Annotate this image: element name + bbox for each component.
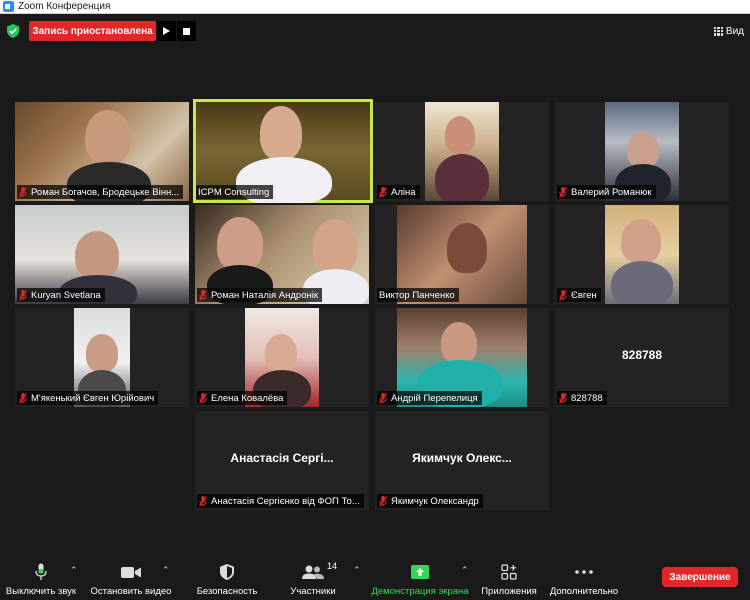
recording-paused-badge: Запись приостановлена [29, 21, 156, 41]
stop-icon [183, 27, 190, 35]
muted-mic-icon [19, 392, 27, 404]
security-button[interactable]: Безопасность [196, 562, 258, 598]
muted-mic-icon [379, 495, 387, 507]
title-bar: Zoom Конференция [0, 0, 750, 14]
video-camera-icon [121, 566, 141, 578]
view-button[interactable]: Вид [713, 21, 744, 41]
participant-tile[interactable]: Виктор Панченко [375, 205, 549, 304]
participants-count: 14 [327, 561, 338, 571]
participant-tile[interactable]: Аліна [375, 102, 549, 201]
muted-mic-icon [19, 186, 27, 198]
participant-tile[interactable]: Андрій Перепелиця [375, 308, 549, 407]
participant-video [425, 102, 499, 201]
video-options-caret-up-icon[interactable]: ⌃ [162, 565, 170, 576]
apps-button[interactable]: Приложения [480, 562, 538, 598]
participant-tile-no-video[interactable]: Анастасія Сергі... Анастасія Сергієнко в… [195, 411, 369, 510]
gallery-view: Роман Богачов, Бродецьке Вінн... ICPM Co… [0, 49, 750, 559]
more-label: Дополнительно [549, 586, 619, 597]
grid-view-icon [713, 26, 723, 36]
participant-name-label: Виктор Панченко [377, 288, 459, 302]
muted-mic-icon [559, 392, 567, 404]
share-screen-label: Демонстрация экрана [371, 586, 469, 597]
zoom-logo-icon [3, 1, 14, 12]
muted-mic-icon [559, 289, 567, 301]
view-label: Вид [725, 25, 744, 37]
participant-name-label: 828788 [557, 391, 607, 405]
participant-tile[interactable]: Роман Наталія Андронік [195, 205, 369, 304]
more-icon [575, 570, 593, 574]
participant-tile[interactable]: Kuryan Svetlana [15, 205, 189, 304]
muted-mic-icon [199, 289, 207, 301]
meeting-controls-toolbar: Выключить звук ⌃ Остановить видео ⌃ Безо… [0, 559, 750, 600]
participant-tile-no-video[interactable]: Якимчук Олекс... Якимчук Олександр [375, 411, 549, 510]
participant-tile[interactable]: Елена Ковалёва [195, 308, 369, 407]
zoom-window: Zoom Конференция Запись приостановлена В… [0, 0, 750, 600]
participant-name-label: Елена Ковалёва [197, 391, 288, 405]
participant-tile[interactable]: М'якенький Євген Юрійович [15, 308, 189, 407]
microphone-icon [35, 563, 47, 580]
participant-name-label: Анастасія Сергієнко від ФОП То... [197, 494, 364, 508]
participant-tile-active-speaker[interactable]: ICPM Consulting [193, 99, 373, 203]
meeting-top-bar: Запись приостановлена Вид [0, 15, 750, 49]
muted-mic-icon [379, 392, 387, 404]
window-title: Zoom Конференция [18, 1, 111, 12]
share-screen-button[interactable]: Демонстрация экрана [371, 562, 469, 598]
muted-mic-icon [19, 289, 27, 301]
stop-recording-button[interactable] [177, 21, 196, 41]
audio-options-caret-up-icon[interactable]: ⌃ [70, 565, 78, 576]
play-icon [163, 27, 170, 35]
participant-tile-no-video[interactable]: 828788 828788 [555, 308, 729, 407]
participant-name-label: Євген [557, 288, 601, 302]
muted-mic-icon [199, 495, 207, 507]
share-screen-icon [411, 565, 429, 579]
participant-name-label: Андрій Перепелиця [377, 391, 482, 405]
apps-icon [501, 564, 517, 580]
participant-name-label: ICPM Consulting [196, 185, 274, 199]
muted-mic-icon [379, 186, 387, 198]
participant-tile[interactable]: Валерий Романюк [555, 102, 729, 201]
apps-label: Приложения [481, 586, 537, 597]
participant-video [605, 205, 679, 304]
resume-recording-button[interactable] [157, 21, 176, 41]
participants-icon [302, 565, 324, 579]
participant-name-label: Kuryan Svetlana [17, 288, 105, 302]
muted-mic-icon [559, 186, 567, 198]
share-options-caret-up-icon[interactable]: ⌃ [461, 565, 469, 576]
participant-tile[interactable]: Євген [555, 205, 729, 304]
stop-video-button[interactable]: Остановить видео [90, 562, 172, 598]
participant-name-label: Валерий Романюк [557, 185, 656, 199]
participant-display-name: Анастасія Сергі... [230, 451, 334, 465]
participant-display-name: Якимчук Олекс... [412, 451, 512, 465]
participant-name-label: Роман Наталія Андронік [197, 288, 323, 302]
mute-audio-label: Выключить звук [5, 586, 77, 597]
end-meeting-button[interactable]: Завершение [662, 567, 738, 587]
shield-icon [220, 564, 234, 580]
participant-display-name: 828788 [621, 348, 663, 362]
recording-status-text: Запись приостановлена [32, 25, 153, 37]
participant-tile[interactable]: Роман Богачов, Бродецьке Вінн... [15, 102, 189, 201]
participant-name-label: Роман Богачов, Бродецьке Вінн... [17, 185, 184, 199]
security-label: Безопасность [196, 586, 258, 597]
participant-name-label: Якимчук Олександр [377, 494, 483, 508]
muted-mic-icon [199, 392, 207, 404]
mute-audio-button[interactable]: Выключить звук [4, 562, 78, 598]
participants-options-caret-up-icon[interactable]: ⌃ [353, 565, 361, 576]
more-button[interactable]: Дополнительно [550, 562, 618, 598]
end-meeting-label: Завершение [669, 571, 731, 583]
participant-name-label: Аліна [377, 185, 420, 199]
encryption-shield-icon[interactable] [7, 24, 19, 38]
participant-name-label: М'якенький Євген Юрійович [17, 391, 159, 405]
stop-video-label: Остановить видео [90, 586, 172, 597]
participants-label: Участники [290, 586, 336, 597]
